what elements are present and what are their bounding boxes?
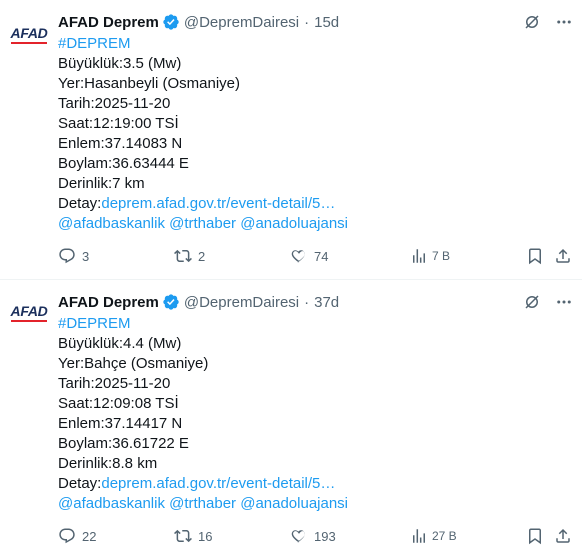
detail-line: Detay:deprem.afad.gov.tr/event-detail/5… — [58, 194, 348, 214]
timestamp[interactable]: 37d — [314, 294, 339, 311]
timestamp[interactable]: 15d — [314, 14, 339, 31]
like-icon — [291, 530, 305, 543]
tweet-1[interactable]: AFAD AFAD Deprem @DepremDairesi · 15d #D… — [0, 0, 582, 280]
latitude-line: Enlem:37.14083 N — [58, 135, 183, 152]
reply-button[interactable]: 3 — [58, 246, 89, 266]
like-icon — [291, 250, 305, 263]
afad-logo: AFAD — [10, 303, 48, 322]
reply-button[interactable]: 22 — [58, 526, 96, 546]
tweet-top-icons — [522, 292, 574, 312]
latitude-line: Enlem:37.14417 N — [58, 415, 183, 432]
depth-line: Derinlik:7 km — [58, 175, 145, 192]
hashtag-link[interactable]: #DEPREM — [58, 314, 348, 334]
magnitude-line: Büyüklük:4.4 (Mw) — [58, 335, 182, 352]
tweet-2[interactable]: AFAD AFAD Deprem @DepremDairesi · 37d #D… — [0, 280, 582, 550]
repost-count: 16 — [198, 528, 213, 544]
tweet-top-icons — [522, 12, 574, 32]
tweet-text: #DEPREM Büyüklük:3.5 (Mw) Yer:Hasanbeyli… — [58, 34, 348, 234]
author-handle[interactable]: @DepremDairesi — [184, 294, 299, 311]
like-count: 74 — [314, 248, 329, 264]
longitude-line: Boylam:36.63444 E — [58, 155, 189, 172]
repost-count: 2 — [198, 248, 206, 264]
detail-label: Detay: — [58, 195, 102, 212]
tweet-header: AFAD Deprem @DepremDairesi · 15d — [58, 11, 339, 33]
detail-link[interactable]: deprem.afad.gov.tr/event-detail/5… — [101, 195, 335, 212]
date-line: Tarih:2025-11-20 — [58, 95, 171, 112]
verified-badge-icon — [163, 14, 179, 30]
share-button[interactable] — [554, 526, 572, 546]
depth-line: Derinlik:8.8 km — [58, 455, 158, 472]
bookmark-icon — [529, 528, 541, 545]
repost-icon — [174, 249, 192, 263]
tweet-actions: 3 2 74 7 B — [58, 246, 574, 266]
bookmark-button[interactable] — [526, 526, 544, 546]
separator: · — [304, 13, 310, 31]
avatar[interactable]: AFAD — [8, 12, 50, 54]
more-icon[interactable] — [554, 292, 574, 312]
afad-logo: AFAD — [10, 25, 48, 44]
views-icon — [413, 249, 425, 263]
magnitude-line: Büyüklük:3.5 (Mw) — [58, 55, 182, 72]
separator: · — [304, 293, 310, 311]
tweet-text: #DEPREM Büyüklük:4.4 (Mw) Yer:Bahçe (Osm… — [58, 314, 348, 514]
views-button[interactable]: 7 B — [410, 246, 450, 266]
bookmark-icon — [529, 248, 541, 265]
reply-icon — [59, 248, 75, 264]
author-name[interactable]: AFAD Deprem — [58, 14, 159, 31]
location-line: Yer:Hasanbeyli (Osmaniye) — [58, 75, 241, 92]
repost-icon — [174, 529, 192, 543]
more-icon[interactable] — [554, 12, 574, 32]
like-button[interactable]: 193 — [290, 526, 336, 546]
grok-icon[interactable] — [522, 292, 542, 312]
tweet-actions: 22 16 193 27 B — [58, 526, 574, 546]
time-line: Saat:12:09:08 TSİ — [58, 395, 179, 412]
longitude-line: Boylam:36.61722 E — [58, 435, 189, 452]
reply-icon — [59, 528, 75, 544]
like-count: 193 — [314, 528, 336, 544]
share-button[interactable] — [554, 246, 572, 266]
tweet-header: AFAD Deprem @DepremDairesi · 37d — [58, 291, 339, 313]
grok-icon[interactable] — [522, 12, 542, 32]
detail-link[interactable]: deprem.afad.gov.tr/event-detail/5… — [101, 475, 335, 492]
time-line: Saat:12:19:00 TSİ — [58, 115, 179, 132]
views-count: 7 B — [432, 249, 451, 263]
views-icon — [413, 529, 425, 543]
reply-count: 3 — [82, 248, 90, 264]
mentions-line[interactable]: @afadbaskanlik @trthaber @anadoluajansi — [58, 494, 348, 514]
detail-line: Detay:deprem.afad.gov.tr/event-detail/5… — [58, 474, 348, 494]
share-icon — [556, 248, 570, 263]
author-handle[interactable]: @DepremDairesi — [184, 14, 299, 31]
like-button[interactable]: 74 — [290, 246, 328, 266]
views-count: 27 B — [432, 529, 457, 543]
mentions-line[interactable]: @afadbaskanlik @trthaber @anadoluajansi — [58, 214, 348, 234]
hashtag-link[interactable]: #DEPREM — [58, 34, 348, 54]
avatar[interactable]: AFAD — [8, 290, 50, 332]
author-name[interactable]: AFAD Deprem — [58, 294, 159, 311]
detail-label: Detay: — [58, 475, 102, 492]
verified-badge-icon — [163, 294, 179, 310]
views-button[interactable]: 27 B — [410, 526, 457, 546]
repost-button[interactable]: 16 — [174, 526, 212, 546]
repost-button[interactable]: 2 — [174, 246, 205, 266]
share-icon — [556, 528, 570, 543]
date-line: Tarih:2025-11-20 — [58, 375, 171, 392]
reply-count: 22 — [82, 528, 97, 544]
bookmark-button[interactable] — [526, 246, 544, 266]
location-line: Yer:Bahçe (Osmaniye) — [58, 355, 209, 372]
